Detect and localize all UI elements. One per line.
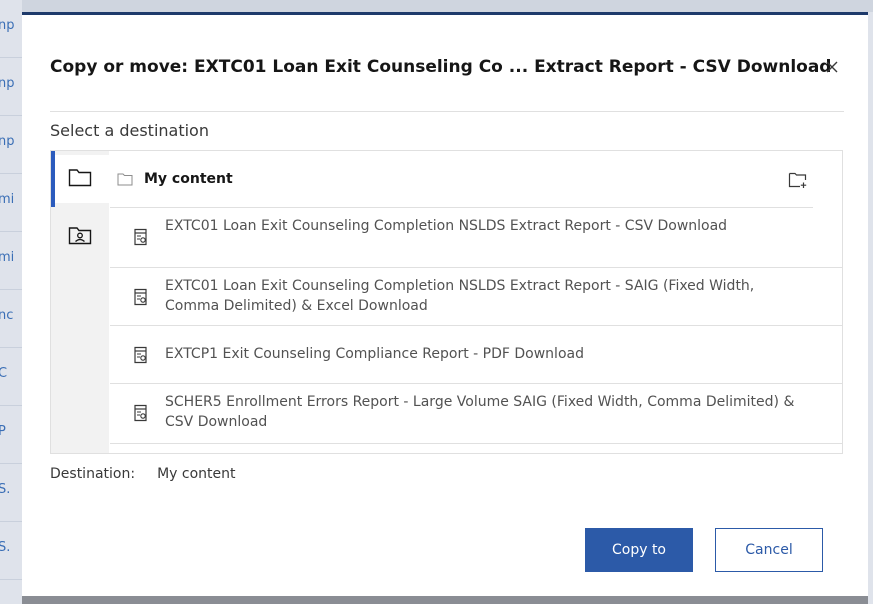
divider [50, 111, 844, 112]
list-item[interactable]: EXTCP1 Exit Counseling Compliance Report… [110, 326, 842, 384]
background-bottom [22, 596, 868, 604]
list-item-label: EXTCP1 Exit Counseling Compliance Report… [165, 346, 584, 362]
list-item[interactable]: SCHER5 Enrollment Errors Report - Large … [110, 384, 842, 444]
folder-icon [68, 167, 92, 191]
report-icon [133, 228, 149, 246]
list-item-label: EXTC01 Loan Exit Counseling Completion N… [165, 218, 728, 234]
rail-my-content-button[interactable] [51, 155, 109, 203]
background-fragment: np [0, 0, 22, 58]
report-icon [133, 288, 149, 306]
user-folder-icon [68, 225, 92, 249]
rail-selection-indicator [51, 151, 55, 207]
background-fragment: S. [0, 464, 22, 522]
report-icon [133, 404, 149, 422]
background-sidebar: np np np mi mi nc C P S. S. [0, 0, 22, 604]
current-folder-header: My content [110, 151, 813, 208]
list-item-label: EXTC01 Loan Exit Counseling Completion N… [165, 278, 755, 314]
location-rail [51, 151, 109, 453]
list-item[interactable]: EXTC01 Loan Exit Counseling Completion N… [110, 208, 842, 268]
background-fragment: mi [0, 174, 22, 232]
copy-to-button[interactable]: Copy to [585, 528, 693, 572]
background-fragment: nc [0, 290, 22, 348]
rail-team-content-button[interactable] [51, 213, 109, 261]
new-folder-icon[interactable] [788, 171, 808, 189]
dialog-title: Copy or move: EXTC01 Loan Exit Counselin… [50, 57, 832, 77]
close-icon[interactable] [823, 59, 841, 77]
destination-label: Destination: [50, 466, 136, 482]
list-item[interactable]: EXTC01 Loan Exit Counseling Completion N… [110, 268, 842, 326]
dialog-subtitle: Select a destination [50, 121, 209, 140]
destination-browser: My content EXTC01 Loan Exit Counseling C… [50, 150, 843, 454]
destination-value: My content [157, 466, 236, 482]
background-fragment: np [0, 116, 22, 174]
copy-move-dialog: Copy or move: EXTC01 Loan Exit Counselin… [22, 12, 868, 596]
destination-summary: Destination: My content [50, 466, 235, 482]
background-top [22, 0, 873, 12]
background-right [868, 12, 873, 604]
report-icon [133, 346, 149, 364]
background-fragment: S. [0, 522, 22, 580]
background-fragment: mi [0, 232, 22, 290]
background-fragment: C [0, 348, 22, 406]
current-folder-label: My content [144, 171, 233, 187]
content-list: EXTC01 Loan Exit Counseling Completion N… [110, 208, 842, 453]
list-item-label: SCHER5 Enrollment Errors Report - Large … [165, 394, 795, 430]
background-fragment: np [0, 58, 22, 116]
folder-icon [117, 171, 133, 187]
cancel-button[interactable]: Cancel [715, 528, 823, 572]
background-fragment: P [0, 406, 22, 464]
